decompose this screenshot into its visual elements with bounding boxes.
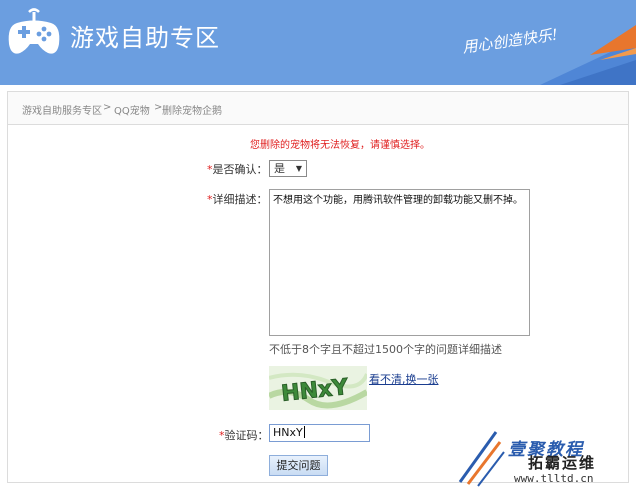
text-caret <box>303 426 305 438</box>
breadcrumb-item-service[interactable]: 游戏自助服务专区 <box>22 102 102 117</box>
breadcrumb: 游戏自助服务专区 > QQ宠物 > 删除宠物企鹅 <box>7 91 629 125</box>
captcha-graphic: HNxY <box>269 372 367 409</box>
gamepad-icon <box>8 8 60 54</box>
captcha-image: HNxY <box>269 366 367 410</box>
breadcrumb-item-delete-pet: 删除宠物企鹅 <box>162 106 222 117</box>
verify-code-value: HNxY <box>273 426 303 439</box>
confirm-select-value: 是 <box>274 162 285 175</box>
description-label: *详细描述： <box>207 193 268 206</box>
captcha-refresh-link[interactable]: 看不清,换一张 <box>369 371 439 387</box>
warning-message: 您删除的宠物将无法恢复，请谨慎选择。 <box>250 140 430 151</box>
confirm-label: *是否确认： <box>207 163 268 176</box>
dropdown-arrow-icon: ▼ <box>295 164 302 173</box>
verify-code-input[interactable]: HNxY <box>269 424 370 442</box>
page-header: 游戏自助专区 用心创造快乐! <box>0 0 636 85</box>
confirm-select[interactable]: 是 ▼ <box>269 160 307 177</box>
description-textarea[interactable]: 不想用这个功能，用腾讯软件管理的卸载功能又删不掉。 <box>269 189 530 336</box>
watermark-url: www.tlltd.cn <box>514 472 594 485</box>
verify-code-label: *验证码： <box>219 429 269 442</box>
page-title: 游戏自助专区 <box>70 24 220 52</box>
breadcrumb-item-qq-pet[interactable]: QQ宠物 <box>114 102 150 117</box>
breadcrumb-separator: > <box>103 102 112 113</box>
description-hint: 不低于8个字且不超过1500个字的问题详细描述 <box>269 343 502 356</box>
watermark-brand-2: 拓霸运维 <box>528 454 597 472</box>
submit-button[interactable]: 提交问题 <box>269 455 328 476</box>
